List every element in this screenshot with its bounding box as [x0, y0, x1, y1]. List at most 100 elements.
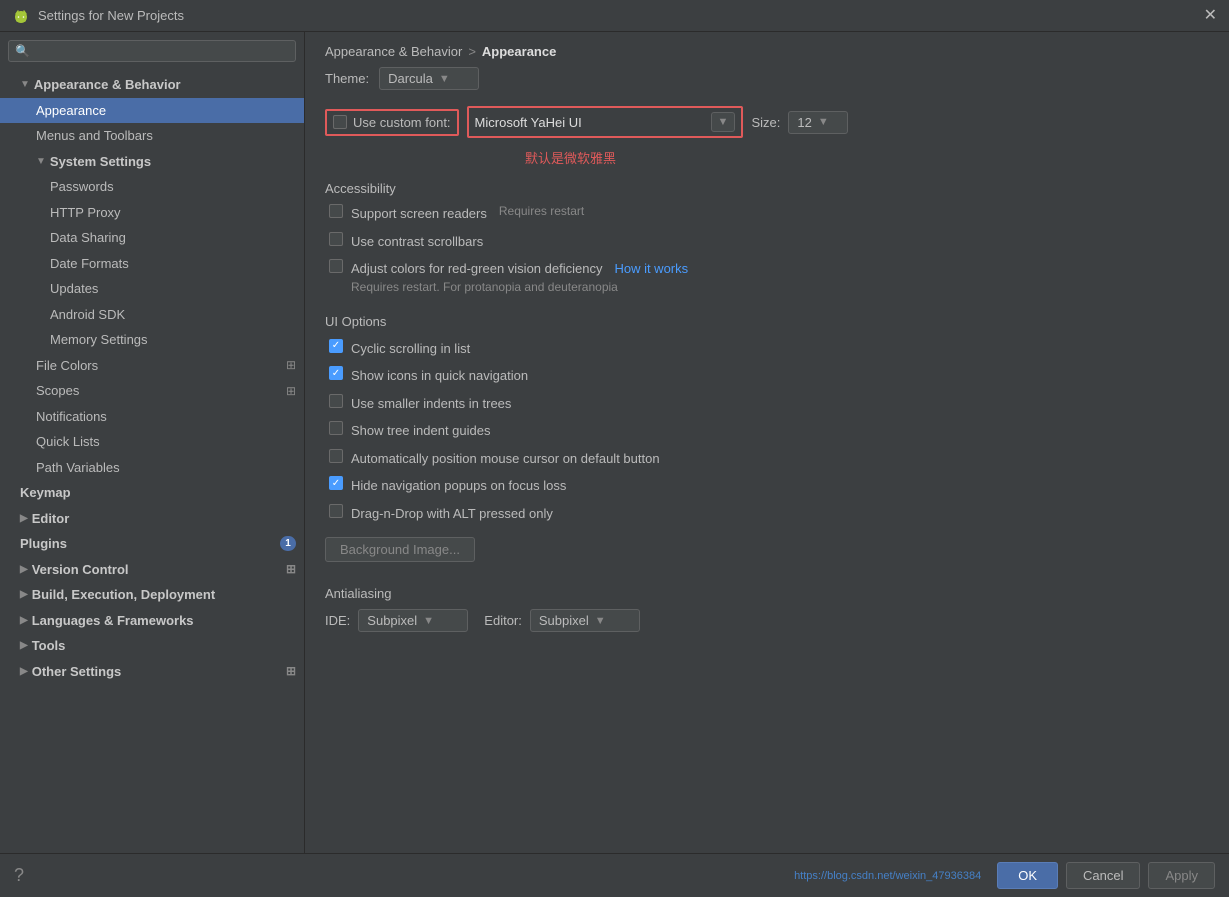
sidebar-label: Memory Settings: [50, 330, 148, 350]
footer-buttons: https://blog.csdn.net/weixin_47936384 OK…: [794, 862, 1215, 889]
background-image-button[interactable]: Background Image...: [325, 537, 475, 562]
search-box[interactable]: 🔍: [8, 40, 296, 62]
cancel-button[interactable]: Cancel: [1066, 862, 1140, 889]
font-dropdown[interactable]: ▼: [711, 112, 736, 132]
editor-aa-value: Subpixel: [539, 613, 589, 628]
chevron-right-icon: ▶: [20, 511, 28, 526]
editor-aa-dropdown[interactable]: Subpixel ▼: [530, 609, 640, 632]
size-label: Size:: [751, 115, 780, 130]
sidebar-item-system-settings[interactable]: ▼ System Settings: [0, 149, 304, 175]
chevron-right-icon: ▶: [20, 562, 28, 577]
sidebar-item-scopes[interactable]: Scopes ⊞: [0, 378, 304, 404]
option-red-green: Adjust colors for red-green vision defic…: [325, 259, 1209, 300]
sidebar-item-memory-settings[interactable]: Memory Settings: [0, 327, 304, 353]
close-button[interactable]: ✕: [1204, 8, 1217, 24]
editor-aa-item: Editor: Subpixel ▼: [484, 609, 640, 632]
how-it-works-link[interactable]: How it works: [614, 261, 688, 276]
chevron-right-icon: ▶: [20, 587, 28, 602]
window-title: Settings for New Projects: [38, 8, 184, 23]
cyclic-scrolling-checkbox[interactable]: [329, 339, 343, 353]
ide-aa-value: Subpixel: [367, 613, 417, 628]
mouse-cursor-checkbox[interactable]: [329, 449, 343, 463]
red-green-subnote: Requires restart. For protanopia and deu…: [351, 280, 688, 294]
sidebar-item-keymap[interactable]: Keymap: [0, 480, 304, 506]
sidebar-label: Scopes: [36, 381, 286, 401]
screen-readers-checkbox[interactable]: [329, 204, 343, 218]
sidebar-item-updates[interactable]: Updates: [0, 276, 304, 302]
option-contrast-scrollbars: Use contrast scrollbars: [325, 232, 1209, 252]
screen-readers-note: Requires restart: [499, 204, 584, 218]
sidebar-item-languages-frameworks[interactable]: ▶ Languages & Frameworks: [0, 608, 304, 634]
custom-font-row: Use custom font: Microsoft YaHei UI ▼ Si…: [325, 106, 1209, 138]
size-dropdown[interactable]: 12 ▼: [788, 111, 848, 134]
sidebar-item-android-sdk[interactable]: Android SDK: [0, 302, 304, 328]
font-input[interactable]: Microsoft YaHei UI: [475, 115, 705, 130]
sidebar-item-date-formats[interactable]: Date Formats: [0, 251, 304, 277]
content-body: Theme: Darcula ▼ Use custom font: Micros…: [305, 67, 1229, 853]
custom-font-highlight: Use custom font:: [325, 109, 459, 136]
sidebar-item-passwords[interactable]: Passwords: [0, 174, 304, 200]
breadcrumb-separator: >: [468, 44, 476, 59]
ide-aa-dropdown[interactable]: Subpixel ▼: [358, 609, 468, 632]
sidebar-label: Appearance: [36, 101, 106, 121]
apply-button[interactable]: Apply: [1148, 862, 1215, 889]
theme-row: Theme: Darcula ▼: [325, 67, 1209, 90]
sidebar-item-other-settings[interactable]: ▶ Other Settings ⊞: [0, 659, 304, 685]
sidebar-item-menus-toolbars[interactable]: Menus and Toolbars: [0, 123, 304, 149]
option-hide-nav-popups: Hide navigation popups on focus loss: [325, 476, 1209, 496]
sidebar-item-version-control[interactable]: ▶ Version Control ⊞: [0, 557, 304, 583]
contrast-scrollbars-checkbox[interactable]: [329, 232, 343, 246]
tree-indent-checkbox[interactable]: [329, 421, 343, 435]
main-container: 🔍 ▼ Appearance & Behavior Appearance Men…: [0, 32, 1229, 853]
sidebar-item-file-colors[interactable]: File Colors ⊞: [0, 353, 304, 379]
red-green-checkbox[interactable]: [329, 259, 343, 273]
sidebar-label: File Colors: [36, 356, 286, 376]
breadcrumb-part1: Appearance & Behavior: [325, 44, 462, 59]
custom-font-checkbox[interactable]: [333, 115, 347, 129]
option-icons-quick-nav: Show icons in quick navigation: [325, 366, 1209, 386]
help-button[interactable]: ?: [14, 865, 24, 886]
drag-drop-checkbox[interactable]: [329, 504, 343, 518]
search-input[interactable]: [34, 44, 289, 58]
red-green-label: Adjust colors for red-green vision defic…: [351, 259, 602, 279]
theme-value: Darcula: [388, 71, 433, 86]
cyclic-scrolling-label: Cyclic scrolling in list: [351, 339, 470, 359]
sidebar-item-path-variables[interactable]: Path Variables: [0, 455, 304, 481]
version-control-icon: ⊞: [286, 560, 296, 578]
chevron-down-icon: ▼: [20, 77, 30, 92]
accessibility-header: Accessibility: [325, 181, 1209, 196]
sidebar: 🔍 ▼ Appearance & Behavior Appearance Men…: [0, 32, 305, 853]
footer: ? https://blog.csdn.net/weixin_47936384 …: [0, 853, 1229, 897]
chevron-right-icon: ▶: [20, 613, 28, 628]
sidebar-item-data-sharing[interactable]: Data Sharing: [0, 225, 304, 251]
hide-nav-popups-label: Hide navigation popups on focus loss: [351, 476, 566, 496]
sidebar-item-http-proxy[interactable]: HTTP Proxy: [0, 200, 304, 226]
theme-dropdown[interactable]: Darcula ▼: [379, 67, 479, 90]
ui-options-header: UI Options: [325, 314, 1209, 329]
sidebar-item-editor[interactable]: ▶ Editor: [0, 506, 304, 532]
ok-button[interactable]: OK: [997, 862, 1058, 889]
antialiasing-section: Antialiasing IDE: Subpixel ▼ Editor: Sub…: [325, 586, 1209, 632]
hide-nav-popups-checkbox[interactable]: [329, 476, 343, 490]
option-cyclic-scrolling: Cyclic scrolling in list: [325, 339, 1209, 359]
sidebar-label: Notifications: [36, 407, 107, 427]
sidebar-item-plugins[interactable]: Plugins 1: [0, 531, 304, 557]
sidebar-item-appearance[interactable]: Appearance: [0, 98, 304, 124]
icons-quick-nav-checkbox[interactable]: [329, 366, 343, 380]
sidebar-item-tools[interactable]: ▶ Tools: [0, 633, 304, 659]
sidebar-label: Version Control: [32, 560, 286, 580]
chevron-right-icon: ▶: [20, 638, 28, 653]
sidebar-item-quick-lists[interactable]: Quick Lists: [0, 429, 304, 455]
drag-drop-label: Drag-n-Drop with ALT pressed only: [351, 504, 553, 524]
search-icon: 🔍: [15, 44, 30, 58]
sidebar-item-build-execution[interactable]: ▶ Build, Execution, Deployment: [0, 582, 304, 608]
sidebar-item-notifications[interactable]: Notifications: [0, 404, 304, 430]
chevron-down-icon: ▼: [36, 154, 46, 169]
sidebar-label: Updates: [50, 279, 98, 299]
sidebar-label: Passwords: [50, 177, 114, 197]
editor-aa-label: Editor:: [484, 613, 522, 628]
ide-aa-item: IDE: Subpixel ▼: [325, 609, 468, 632]
file-colors-icon: ⊞: [286, 356, 296, 374]
smaller-indents-checkbox[interactable]: [329, 394, 343, 408]
sidebar-item-appearance-behavior[interactable]: ▼ Appearance & Behavior: [0, 72, 304, 98]
